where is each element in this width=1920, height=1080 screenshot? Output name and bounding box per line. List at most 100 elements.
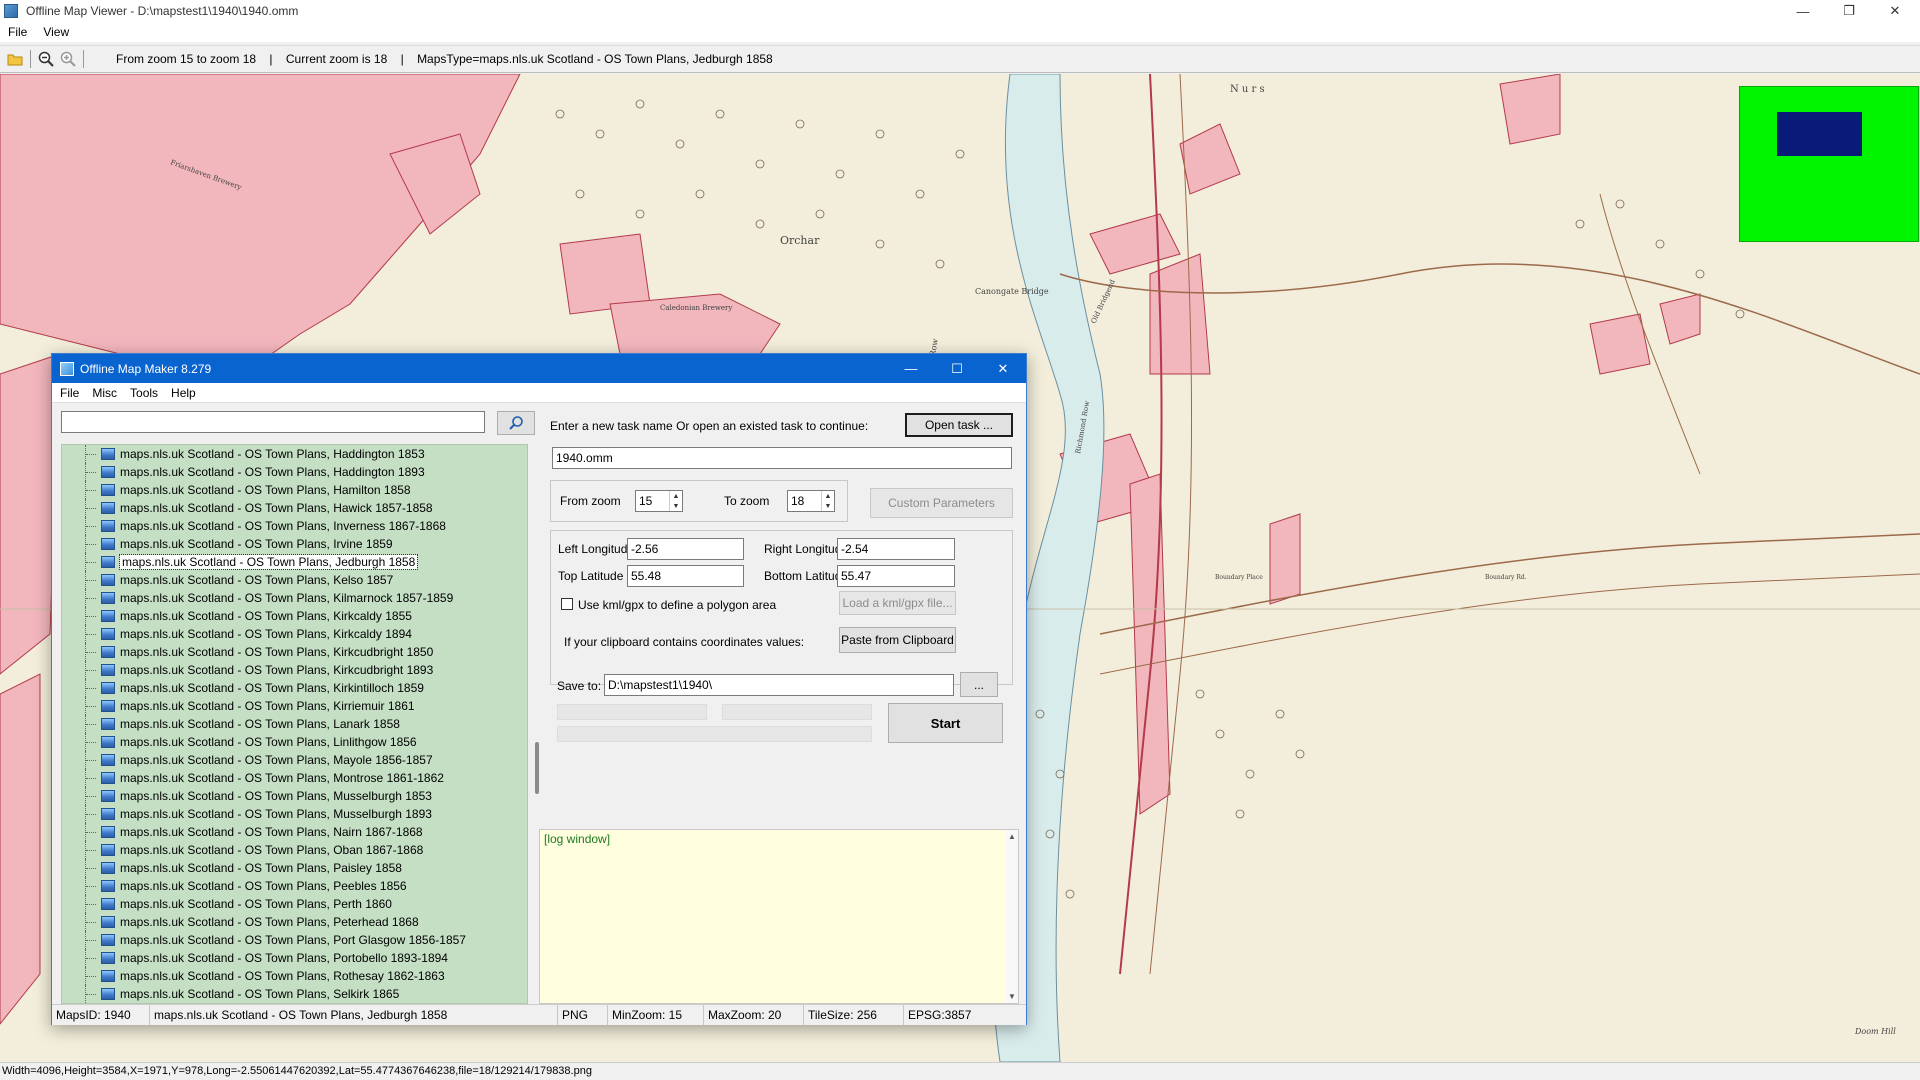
map-search-button[interactable] — [497, 411, 535, 435]
log-text: [log window] — [544, 832, 611, 846]
map-list-item[interactable]: maps.nls.uk Scotland - OS Town Plans, Je… — [62, 553, 527, 571]
map-list-item[interactable]: maps.nls.uk Scotland - OS Town Plans, Li… — [62, 733, 527, 751]
to-zoom-label: To zoom — [724, 494, 770, 508]
map-list-item[interactable]: maps.nls.uk Scotland - OS Town Plans, Ki… — [62, 661, 527, 679]
map-search-area — [61, 411, 535, 435]
spin-up-icon[interactable]: ▲ — [822, 491, 834, 501]
dialog-close-button[interactable]: ✕ — [980, 354, 1026, 383]
log-window[interactable]: [log window] ▲ ▼ — [539, 829, 1019, 1004]
open-task-button[interactable]: Open task ... — [905, 413, 1013, 437]
tree-connector — [85, 715, 97, 733]
map-list-item[interactable]: maps.nls.uk Scotland - OS Town Plans, Ha… — [62, 499, 527, 517]
map-list-item[interactable]: maps.nls.uk Scotland - OS Town Plans, Ma… — [62, 751, 527, 769]
restore-button[interactable]: ❐ — [1826, 0, 1872, 22]
map-layer-icon — [101, 466, 115, 478]
map-list-item[interactable]: maps.nls.uk Scotland - OS Town Plans, Na… — [62, 823, 527, 841]
to-zoom-spinner[interactable]: 18 ▲ ▼ — [787, 490, 835, 512]
map-layer-icon — [101, 574, 115, 586]
map-list-item[interactable]: maps.nls.uk Scotland - OS Town Plans, Pe… — [62, 877, 527, 895]
spin-up-icon[interactable]: ▲ — [670, 491, 682, 501]
map-list-item[interactable]: maps.nls.uk Scotland - OS Town Plans, Mo… — [62, 769, 527, 787]
map-list-item[interactable]: maps.nls.uk Scotland - OS Town Plans, In… — [62, 517, 527, 535]
from-zoom-spinner[interactable]: 15 ▲ ▼ — [635, 490, 683, 512]
map-list-item[interactable]: maps.nls.uk Scotland - OS Town Plans, Ha… — [62, 481, 527, 499]
map-list-item[interactable]: maps.nls.uk Scotland - OS Town Plans, Pe… — [62, 895, 527, 913]
map-list-item[interactable]: maps.nls.uk Scotland - OS Town Plans, Po… — [62, 931, 527, 949]
dialog-maximize-button[interactable]: ☐ — [934, 354, 980, 383]
browse-folder-button[interactable]: ... — [960, 672, 998, 697]
map-list-item[interactable]: maps.nls.uk Scotland - OS Town Plans, Ki… — [62, 679, 527, 697]
tree-connector — [85, 841, 97, 859]
load-kml-button[interactable]: Load a kml/gpx file... — [839, 591, 956, 615]
top-latitude-input[interactable] — [627, 565, 744, 587]
map-list-item[interactable]: maps.nls.uk Scotland - OS Town Plans, Ke… — [62, 571, 527, 589]
map-list-item-label: maps.nls.uk Scotland - OS Town Plans, Ha… — [120, 501, 433, 515]
map-list-item[interactable]: maps.nls.uk Scotland - OS Town Plans, Pe… — [62, 913, 527, 931]
map-layer-icon — [101, 646, 115, 658]
map-layer-icon — [101, 484, 115, 496]
spin-down-icon[interactable]: ▼ — [670, 501, 682, 511]
paste-from-clipboard-button[interactable]: Paste from Clipboard — [839, 627, 956, 653]
kml-checkbox[interactable] — [561, 598, 573, 610]
dialog-minimize-button[interactable]: — — [888, 354, 934, 383]
map-type-tree[interactable]: maps.nls.uk Scotland - OS Town Plans, Ha… — [61, 444, 528, 1004]
bottom-latitude-label: Bottom Latitude — [764, 569, 849, 583]
map-layer-icon — [101, 862, 115, 874]
bottom-latitude-input[interactable] — [837, 565, 955, 587]
map-list-item[interactable]: maps.nls.uk Scotland - OS Town Plans, Se… — [62, 985, 527, 1003]
right-longitude-input[interactable] — [837, 538, 955, 560]
map-list-item[interactable]: maps.nls.uk Scotland - OS Town Plans, Ro… — [62, 967, 527, 985]
dialog-menu-tools[interactable]: Tools — [125, 386, 163, 400]
map-list-item[interactable]: maps.nls.uk Scotland - OS Town Plans, Ki… — [62, 697, 527, 715]
map-list-item[interactable]: maps.nls.uk Scotland - OS Town Plans, Ki… — [62, 607, 527, 625]
status-separator: | — [400, 52, 404, 66]
progress-bar-total — [557, 726, 872, 742]
map-search-input[interactable] — [61, 411, 485, 433]
custom-parameters-button[interactable]: Custom Parameters — [870, 488, 1013, 518]
map-list-item[interactable]: maps.nls.uk Scotland - OS Town Plans, Ha… — [62, 445, 527, 463]
scroll-down-icon[interactable]: ▼ — [1008, 992, 1016, 1001]
map-list-item[interactable]: maps.nls.uk Scotland - OS Town Plans, Ha… — [62, 463, 527, 481]
map-list-item[interactable]: maps.nls.uk Scotland - OS Town Plans, Ob… — [62, 841, 527, 859]
map-list-item[interactable]: maps.nls.uk Scotland - OS Town Plans, Ki… — [62, 589, 527, 607]
overview-minimap[interactable] — [1739, 86, 1919, 242]
log-scrollbar[interactable]: ▲ ▼ — [1006, 830, 1018, 1003]
minimize-button[interactable]: — — [1780, 0, 1826, 22]
map-list-item[interactable]: maps.nls.uk Scotland - OS Town Plans, Ir… — [62, 535, 527, 553]
zoom-in-button[interactable] — [57, 48, 79, 70]
dialog-menu-help[interactable]: Help — [166, 386, 201, 400]
map-list-item[interactable]: maps.nls.uk Scotland - OS Town Plans, Pa… — [62, 859, 527, 877]
map-layer-icon — [101, 790, 115, 802]
map-list-item[interactable]: maps.nls.uk Scotland - OS Town Plans, Mu… — [62, 787, 527, 805]
map-list-item[interactable]: maps.nls.uk Scotland - OS Town Plans, Ki… — [62, 643, 527, 661]
window-title: Offline Map Viewer - D:\mapstest1\1940\1… — [26, 4, 299, 18]
spin-down-icon[interactable]: ▼ — [822, 501, 834, 511]
tile-size-cell: TileSize: 256 — [804, 1005, 904, 1025]
dialog-menu-file[interactable]: File — [55, 386, 84, 400]
open-folder-button[interactable] — [4, 48, 26, 70]
left-longitude-input[interactable] — [627, 538, 744, 560]
dialog-menu-misc[interactable]: Misc — [87, 386, 122, 400]
folder-icon — [7, 54, 23, 66]
scroll-up-icon[interactable]: ▲ — [1008, 832, 1016, 841]
task-name-input[interactable] — [552, 447, 1012, 469]
zoom-in-icon — [60, 51, 76, 67]
map-list-item[interactable]: maps.nls.uk Scotland - OS Town Plans, Mu… — [62, 805, 527, 823]
menu-view[interactable]: View — [35, 25, 77, 39]
close-button[interactable]: ✕ — [1872, 0, 1918, 22]
save-to-input[interactable] — [604, 674, 954, 696]
tree-connector — [85, 931, 97, 949]
zoom-out-button[interactable] — [35, 48, 57, 70]
map-list-item[interactable]: maps.nls.uk Scotland - OS Town Plans, Ki… — [62, 625, 527, 643]
menu-file[interactable]: File — [0, 25, 35, 39]
minimap-viewport[interactable] — [1777, 112, 1862, 156]
toolbar-separator — [83, 50, 84, 68]
map-list-item[interactable]: maps.nls.uk Scotland - OS Town Plans, La… — [62, 715, 527, 733]
map-list-item[interactable]: maps.nls.uk Scotland - OS Town Plans, Po… — [62, 949, 527, 967]
dialog-app-icon — [60, 361, 74, 376]
start-button[interactable]: Start — [888, 703, 1003, 743]
toolbar-status: From zoom 15 to zoom 18 | Current zoom i… — [116, 52, 783, 66]
tree-connector — [85, 751, 97, 769]
map-list-item-label: maps.nls.uk Scotland - OS Town Plans, Ha… — [120, 447, 425, 461]
map-list-scroll-thumb[interactable] — [535, 742, 539, 794]
